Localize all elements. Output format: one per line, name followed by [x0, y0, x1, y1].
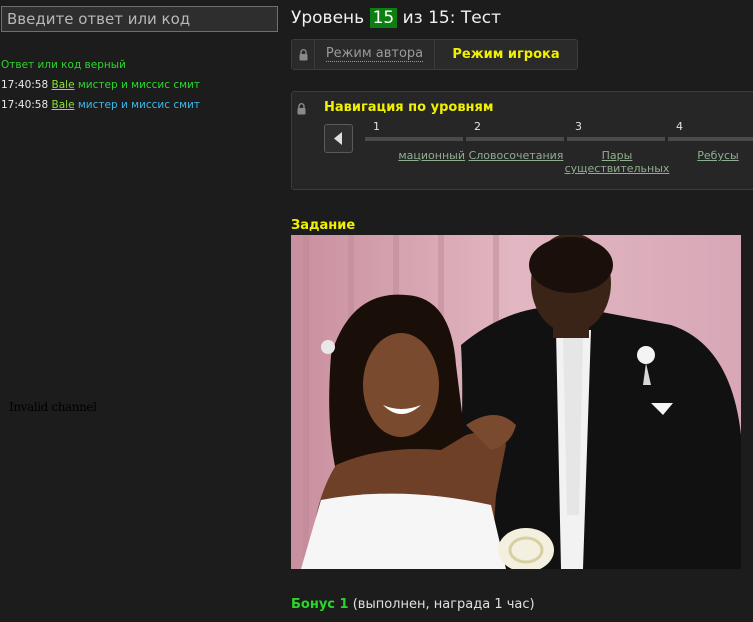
log-answer: мистер и миссис смит: [77, 79, 200, 91]
level-link[interactable]: Словосочетания: [466, 149, 566, 162]
mode-switcher: Режим автора Режим игрока: [291, 39, 578, 70]
log-entry: 17:40:58 Bale мистер и миссис смит: [1, 75, 200, 95]
log-time: 17:40:58: [1, 79, 49, 91]
level-item[interactable]: 4 Ребусы: [668, 120, 753, 162]
log-time: 17:40:58: [1, 99, 49, 111]
chevron-left-icon: [334, 132, 342, 145]
level-link[interactable]: мационный: [365, 149, 465, 162]
level-item[interactable]: 1 мационный: [365, 120, 465, 162]
log-user-link[interactable]: Bale: [52, 79, 75, 91]
level-link[interactable]: Ребусы: [668, 149, 753, 162]
answer-log: Ответ или код верный 17:40:58 Bale мисте…: [1, 55, 200, 115]
lock-icon: [297, 100, 306, 119]
level-navigation: Навигация по уровням 1 мационный 2 Слово…: [291, 91, 753, 190]
level-title: Уровень 15 из 15: Тест: [291, 8, 501, 28]
log-answer: мистер и миссис смит: [77, 99, 200, 111]
log-status: Ответ или код верный: [1, 59, 126, 71]
lock-icon: [292, 40, 315, 69]
level-list: 1 мационный 2 Словосочетания 3 Пары суще…: [365, 120, 753, 189]
log-entry: 17:40:58 Bale мистер и миссис смит: [1, 95, 200, 115]
level-number-badge: 15: [369, 8, 398, 28]
level-link[interactable]: Пары существительных: [562, 149, 672, 175]
bonus-detail: (выполнен, награда 1 час): [352, 597, 535, 612]
player-mode-tab: Режим игрока: [452, 47, 560, 62]
bonus-label: Бонус 1: [291, 597, 349, 612]
prev-levels-button[interactable]: [324, 124, 353, 153]
bonus-status: Бонус 1 (выполнен, награда 1 час): [291, 597, 535, 612]
level-navigation-title: Навигация по уровням: [324, 100, 494, 115]
invalid-channel-text: Invalid channel: [9, 400, 97, 414]
task-title: Задание: [291, 218, 356, 233]
task-image: [291, 235, 741, 569]
author-mode-link[interactable]: Режим автора: [315, 40, 435, 69]
level-item[interactable]: 3 Пары существительных: [565, 120, 670, 175]
answer-input[interactable]: [1, 6, 278, 32]
log-user-link[interactable]: Bale: [52, 99, 75, 111]
level-item[interactable]: 2 Словосочетания: [466, 120, 566, 162]
